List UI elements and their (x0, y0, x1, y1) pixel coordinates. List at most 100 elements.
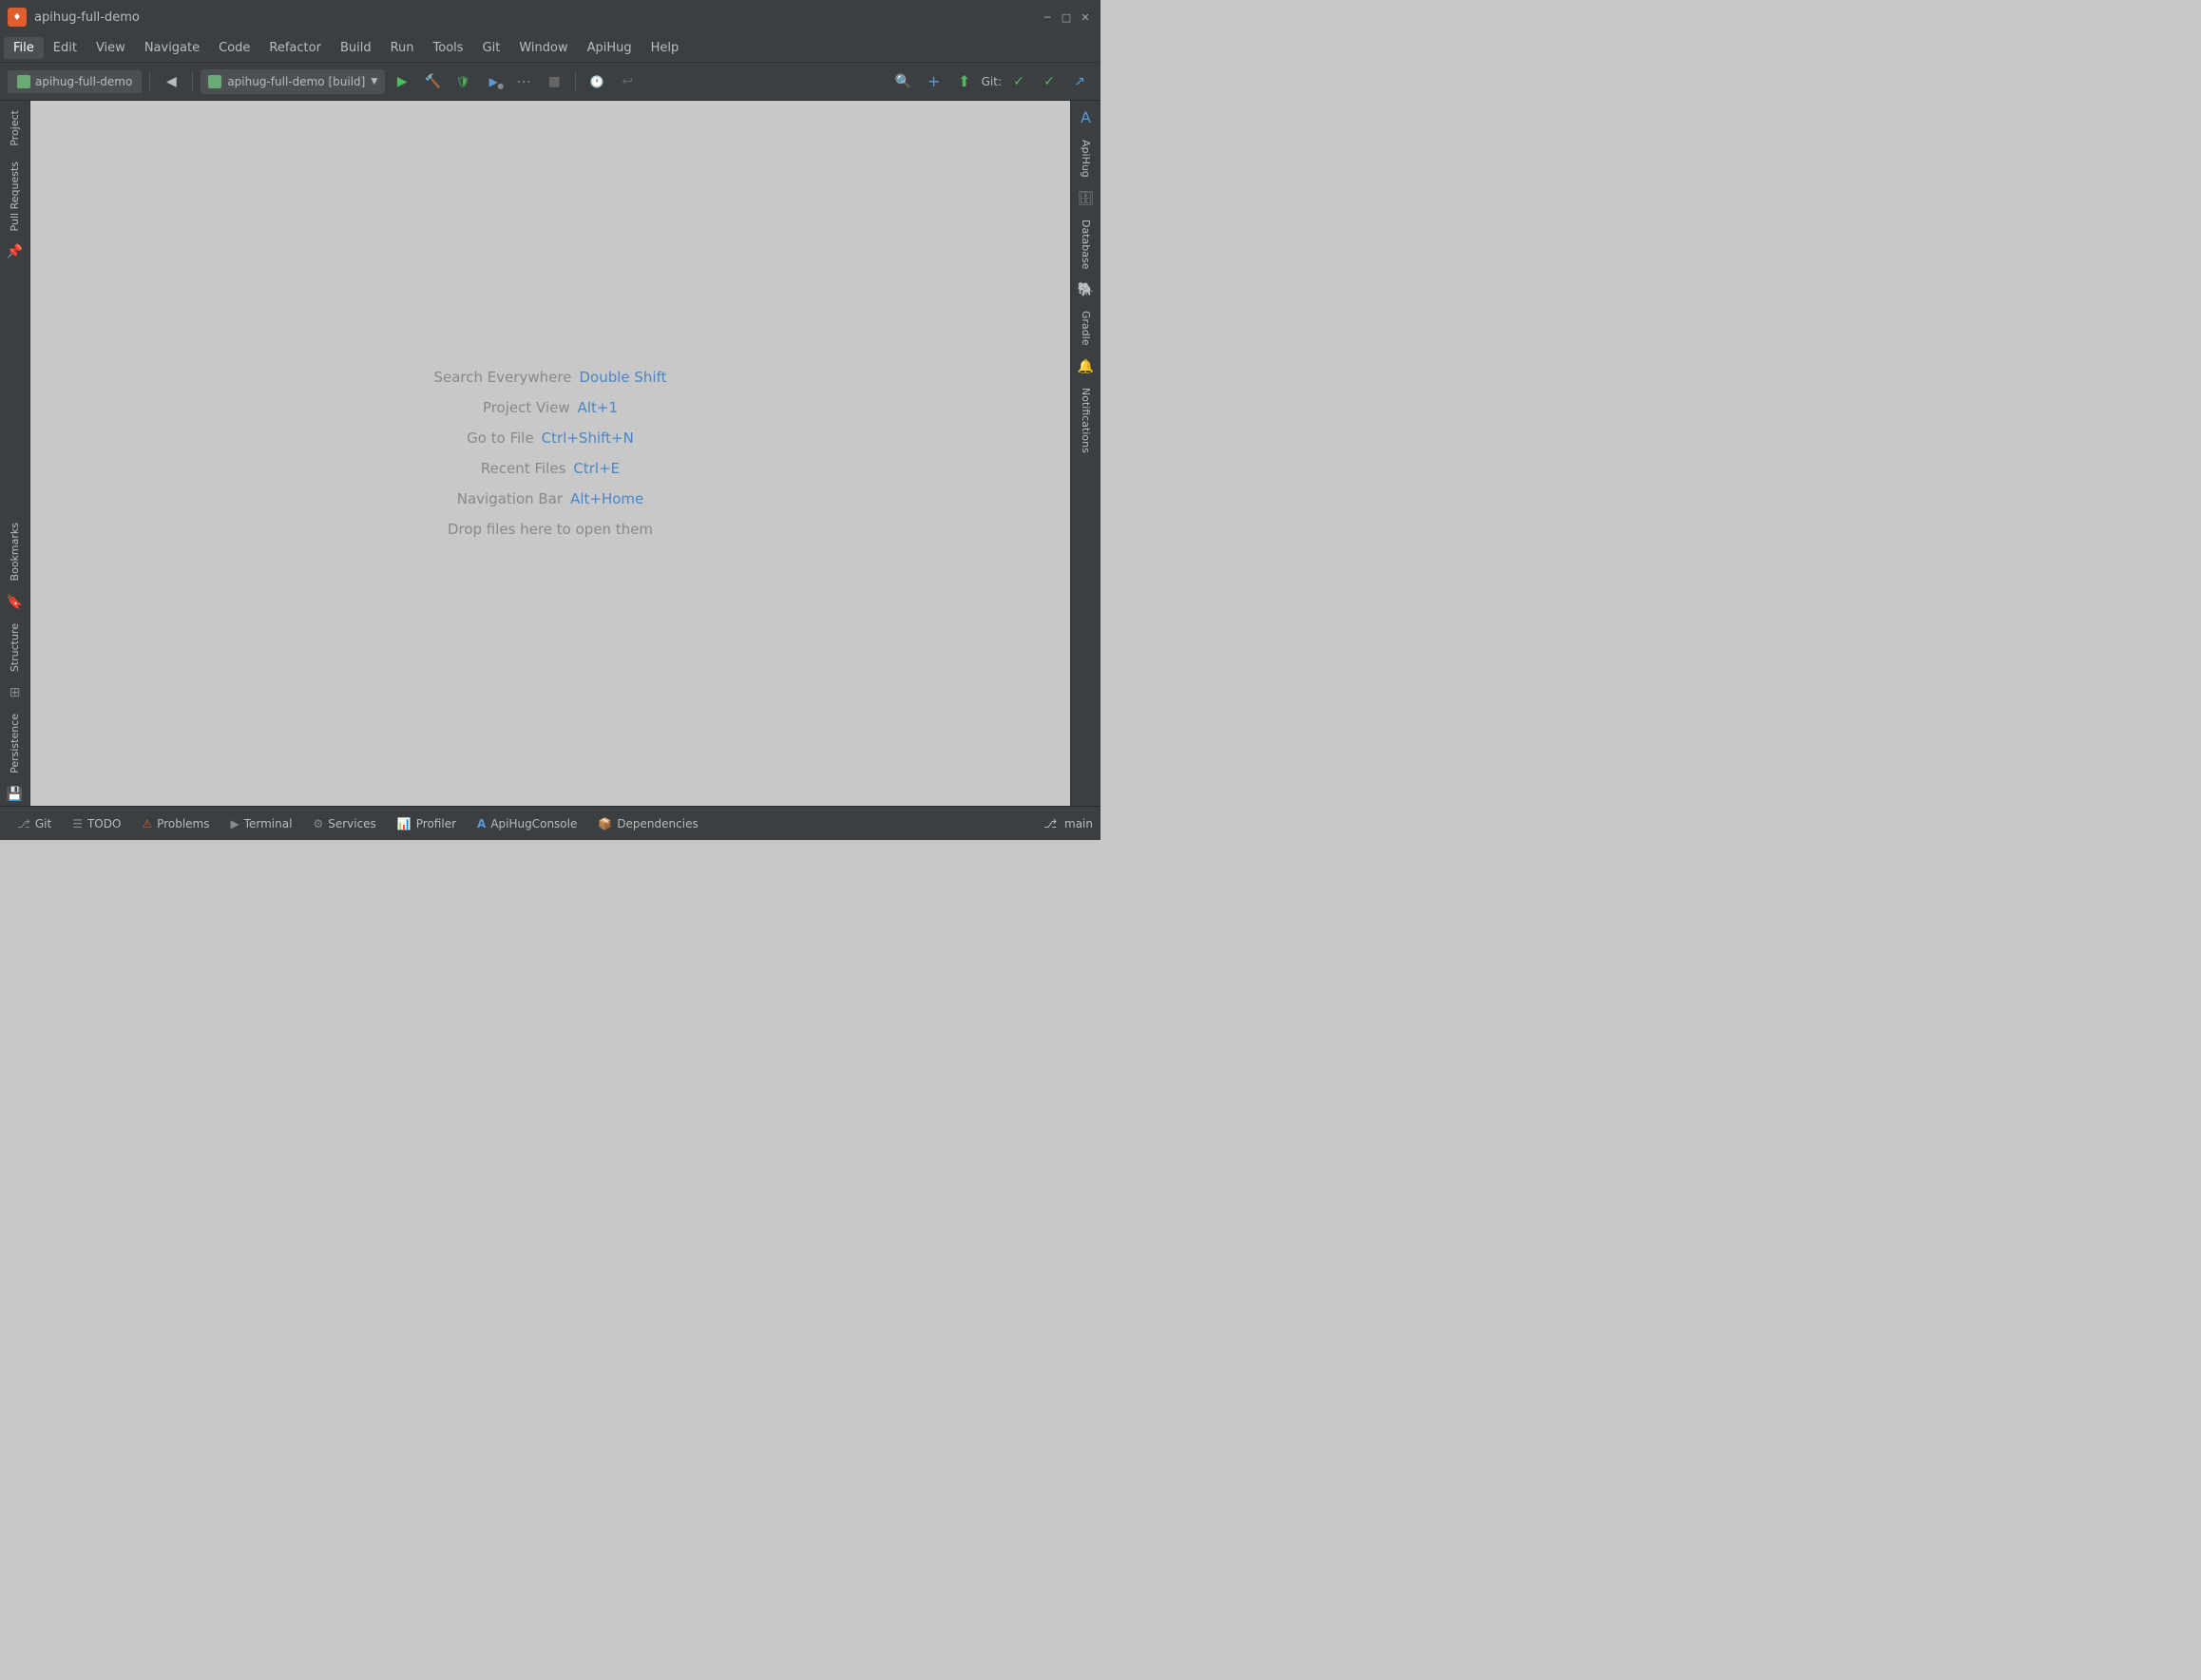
todo-tab-icon: ☰ (72, 817, 83, 830)
bottom-tab-profiler[interactable]: 📊 Profiler (388, 813, 466, 834)
left-sidebar: Project Pull Requests 📌 Bookmarks 🔖 Stru… (0, 101, 30, 806)
close-button[interactable]: ✕ (1078, 10, 1093, 25)
branch-label: ⎇ (1043, 817, 1057, 830)
bottom-tab-todo[interactable]: ☰ TODO (63, 813, 130, 834)
menu-tools[interactable]: Tools (424, 37, 473, 59)
dependencies-tab-label: Dependencies (617, 817, 698, 830)
apihug-icon[interactable]: A (1077, 105, 1095, 130)
dependencies-tab-icon: 📦 (598, 817, 612, 830)
services-tab-label: Services (328, 817, 376, 830)
hint-goto-file: Go to File Ctrl+Shift+N (467, 430, 634, 447)
bottom-bar: ⎇ Git ☰ TODO ⚠ Problems ▶ Terminal ⚙ Ser… (0, 806, 1100, 840)
toolbar-separator-1 (149, 71, 150, 92)
hint-recent-shortcut: Ctrl+E (573, 460, 620, 477)
hint-project-shortcut: Alt+1 (578, 399, 618, 416)
menu-bar: File Edit View Navigate Code Refactor Bu… (0, 34, 1100, 63)
notifications-icon[interactable]: 🔔 (1074, 355, 1098, 378)
app-icon: ♦ (8, 8, 27, 27)
right-tab-database[interactable]: Database (1076, 214, 1096, 276)
terminal-tab-label: Terminal (244, 817, 293, 830)
right-tab-gradle[interactable]: Gradle (1076, 305, 1096, 352)
menu-edit[interactable]: Edit (44, 37, 86, 59)
sidebar-icon-bookmark[interactable]: 🔖 (3, 591, 27, 614)
stop-button[interactable]: ■ (541, 68, 567, 95)
git-check2-button[interactable]: ✓ (1036, 68, 1062, 95)
toolbar-left: apihug-full-demo (8, 70, 142, 93)
bottom-tab-apihugconsole[interactable]: A ApiHugConsole (468, 813, 586, 834)
right-sidebar: A ApiHug 🗄 Database 🐘 Gradle 🔔 Notificat… (1070, 101, 1100, 806)
menu-git[interactable]: Git (473, 37, 510, 59)
menu-view[interactable]: View (86, 37, 135, 59)
menu-apihug[interactable]: ApiHug (578, 37, 641, 59)
build-config-label: apihug-full-demo [build] (227, 75, 365, 88)
menu-help[interactable]: Help (641, 37, 689, 59)
sidebar-icon-persistence[interactable]: 💾 (3, 783, 27, 806)
build-button[interactable]: 🔨 (419, 68, 446, 95)
toolbar-separator-2 (192, 71, 193, 92)
bottom-tab-dependencies[interactable]: 📦 Dependencies (588, 813, 707, 834)
run-button[interactable]: ▶ (389, 68, 415, 95)
sidebar-tab-structure[interactable]: Structure (5, 618, 25, 678)
hint-search-shortcut: Double Shift (579, 369, 666, 386)
menu-build[interactable]: Build (331, 37, 381, 59)
profiler-tab-label: Profiler (416, 817, 456, 830)
git-check1-button[interactable]: ✓ (1005, 68, 1032, 95)
menu-code[interactable]: Code (209, 37, 259, 59)
coverage-button[interactable]: 🛡 (450, 68, 476, 95)
menu-navigate[interactable]: Navigate (135, 37, 209, 59)
menu-run[interactable]: Run (381, 37, 424, 59)
git-push-button[interactable]: ↗ (1066, 68, 1093, 95)
more-run-button[interactable]: ⋯ (510, 68, 537, 95)
sidebar-icon-structure[interactable]: ⊞ (6, 681, 25, 704)
toolbar: apihug-full-demo ◀ apihug-full-demo [bui… (0, 63, 1100, 101)
editor-area: Search Everywhere Double Shift Project V… (30, 101, 1070, 806)
window-controls[interactable]: ─ □ ✕ (1040, 10, 1093, 25)
git-label: Git: (982, 75, 1002, 88)
hint-project-view: Project View Alt+1 (483, 399, 618, 416)
build-config-dropdown-icon: ▼ (371, 77, 377, 86)
profile-button[interactable]: ▶● (480, 68, 507, 95)
menu-file[interactable]: File (4, 37, 44, 59)
title-bar-left: ♦ apihug-full-demo (8, 8, 140, 27)
toolbar-right: 🔍 + ⬆ Git: ✓ ✓ ↗ (890, 68, 1093, 95)
minimize-button[interactable]: ─ (1040, 10, 1055, 25)
git-tab-label: Git (35, 817, 51, 830)
project-tab[interactable]: apihug-full-demo (8, 70, 142, 93)
bottom-tab-terminal[interactable]: ▶ Terminal (220, 813, 301, 834)
sidebar-tab-persistence[interactable]: Persistence (5, 708, 25, 779)
bottom-tab-services[interactable]: ⚙ Services (303, 813, 385, 834)
gradle-icon[interactable]: 🐘 (1074, 278, 1098, 301)
toolbar-separator-3 (575, 71, 576, 92)
build-config-icon (208, 75, 221, 88)
right-tab-apihug[interactable]: ApiHug (1076, 134, 1096, 183)
update-button[interactable]: ⬆ (951, 68, 978, 95)
search-everywhere-button[interactable]: 🔍 (890, 68, 917, 95)
sidebar-tab-bookmarks[interactable]: Bookmarks (5, 517, 25, 586)
revert-button[interactable]: ↩ (614, 68, 641, 95)
menu-refactor[interactable]: Refactor (259, 37, 331, 59)
maximize-button[interactable]: □ (1059, 10, 1074, 25)
sidebar-tab-pull-requests[interactable]: Pull Requests (5, 156, 25, 237)
apihugconsole-tab-label: ApiHugConsole (490, 817, 577, 830)
window-title: apihug-full-demo (34, 10, 140, 25)
sidebar-icon-pin[interactable]: 📌 (3, 240, 27, 263)
back-button[interactable]: ◀ (158, 68, 184, 95)
hint-nav-label: Navigation Bar (457, 490, 563, 507)
history-button[interactable]: 🕐 (584, 68, 610, 95)
services-tab-icon: ⚙ (313, 817, 323, 830)
add-bookmark-button[interactable]: + (921, 68, 947, 95)
hint-nav-shortcut: Alt+Home (570, 490, 643, 507)
hint-search-label: Search Everywhere (433, 369, 571, 386)
bottom-tab-problems[interactable]: ⚠ Problems (132, 813, 219, 834)
build-config-selector[interactable]: apihug-full-demo [build] ▼ (201, 69, 385, 94)
right-tab-notifications[interactable]: Notifications (1076, 382, 1096, 459)
hint-recent-files: Recent Files Ctrl+E (481, 460, 620, 477)
problems-tab-label: Problems (157, 817, 209, 830)
profiler-tab-icon: 📊 (397, 817, 411, 830)
menu-window[interactable]: Window (509, 37, 577, 59)
hint-recent-label: Recent Files (481, 460, 566, 477)
hint-search-everywhere: Search Everywhere Double Shift (433, 369, 666, 386)
bottom-tab-git[interactable]: ⎇ Git (8, 813, 61, 834)
sidebar-tab-project[interactable]: Project (5, 105, 25, 152)
database-icon[interactable]: 🗄 (1074, 187, 1099, 210)
